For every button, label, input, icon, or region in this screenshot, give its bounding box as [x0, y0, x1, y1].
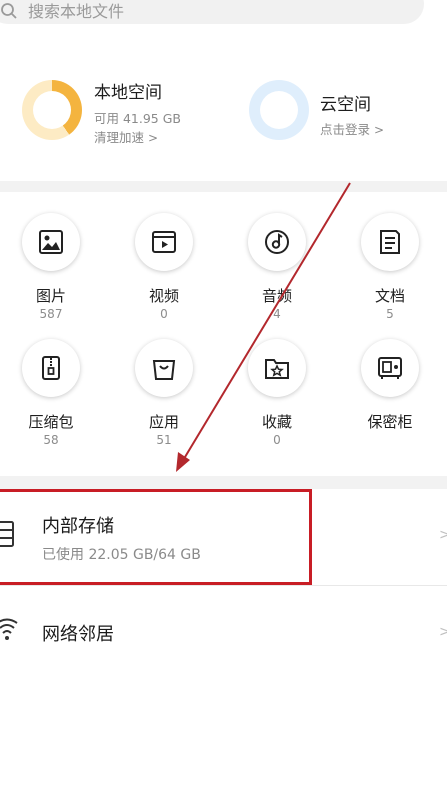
search-icon [1, 3, 17, 19]
category-images[interactable]: 图片 587 [0, 213, 108, 333]
favorite-folder-icon [265, 359, 289, 379]
local-storage-title: 本地空间 [94, 83, 162, 103]
category-label: 收藏 [261, 413, 292, 431]
chevron-right-icon: > [439, 527, 447, 541]
category-favorites-circle [248, 339, 306, 397]
safe-icon [378, 357, 402, 379]
local-storage-available: 可用 41.95 GB [94, 111, 181, 126]
category-documents[interactable]: 文档 5 [335, 213, 447, 333]
network-icon [0, 618, 18, 640]
category-safe-circle [361, 339, 419, 397]
clean-accelerate-link[interactable]: 清理加速 > [94, 127, 158, 146]
chevron-right-icon: > [148, 131, 159, 145]
category-label: 保密柜 [367, 413, 413, 431]
category-documents-circle [361, 213, 419, 271]
category-favorites[interactable]: 收藏 0 [222, 339, 334, 459]
cloud-storage-ring [249, 80, 309, 140]
search-placeholder: 搜索本地文件 [28, 2, 125, 21]
category-videos-circle [135, 213, 193, 271]
category-videos[interactable]: 视频 0 [109, 213, 221, 333]
section-separator [0, 181, 447, 192]
image-icon [39, 230, 63, 254]
highlight-box [0, 489, 312, 585]
search-bar[interactable]: 搜索本地文件 [0, 0, 424, 24]
audio-icon [265, 230, 289, 254]
category-archives-circle [22, 339, 80, 397]
chevron-right-icon: > [374, 123, 385, 137]
category-label: 图片 [35, 287, 66, 305]
app-bag-icon [152, 360, 176, 380]
category-count: 0 [160, 307, 168, 321]
category-images-circle [22, 213, 80, 271]
category-label: 视频 [148, 287, 179, 305]
row-divider [0, 585, 447, 586]
clean-accelerate-label: 清理加速 [94, 130, 145, 145]
category-audio[interactable]: 音频 4 [222, 213, 334, 333]
video-icon [152, 231, 176, 253]
category-count: 51 [156, 433, 172, 447]
cloud-login-label: 点击登录 [320, 122, 371, 137]
category-label: 文档 [374, 287, 405, 305]
category-audio-circle [248, 213, 306, 271]
category-count: 0 [273, 433, 281, 447]
category-safe[interactable]: 保密柜 [335, 339, 447, 459]
network-neighborhood-title: 网络邻居 [42, 624, 114, 645]
local-storage-ring [22, 80, 82, 140]
category-count: 58 [43, 433, 59, 447]
category-label: 应用 [148, 413, 179, 431]
cloud-storage-title: 云空间 [320, 95, 371, 115]
category-apps-circle [135, 339, 193, 397]
archive-icon [42, 356, 60, 380]
category-count: 4 [273, 307, 281, 321]
category-count: 587 [39, 307, 63, 321]
category-count: 5 [386, 307, 394, 321]
document-icon [380, 230, 400, 254]
cloud-login-link[interactable]: 点击登录 > [320, 119, 384, 138]
section-separator [0, 476, 447, 489]
chevron-right-icon: > [439, 624, 447, 638]
category-label: 音频 [261, 287, 292, 305]
category-archives[interactable]: 压缩包 58 [0, 339, 108, 459]
category-label: 压缩包 [28, 413, 74, 431]
category-apps[interactable]: 应用 51 [109, 339, 221, 459]
